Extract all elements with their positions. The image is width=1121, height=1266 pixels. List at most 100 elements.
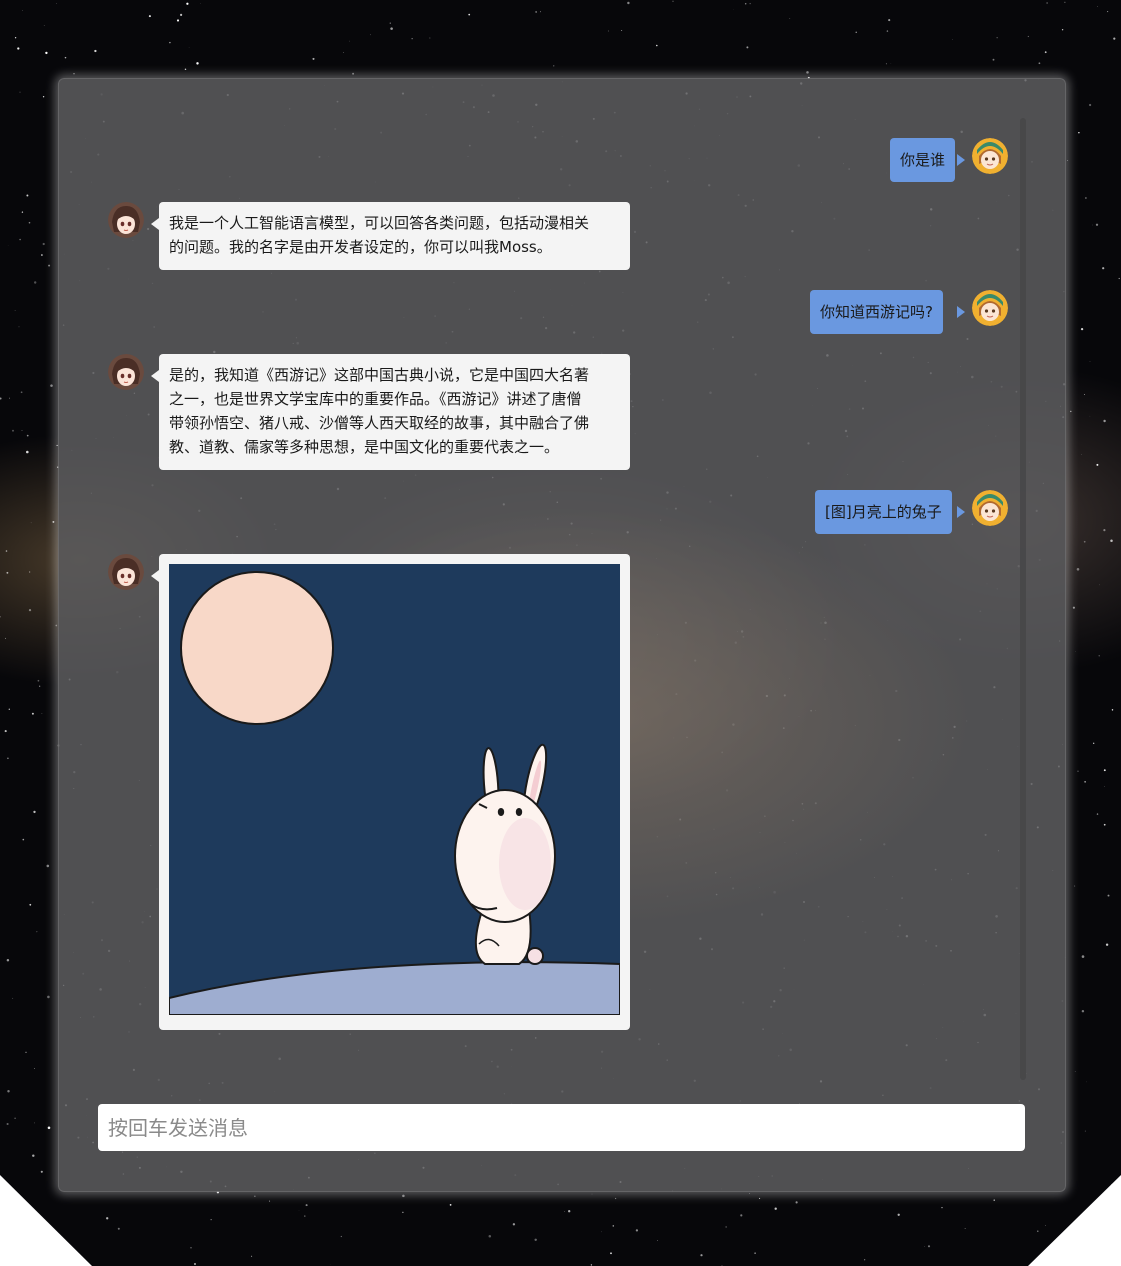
star: [17, 47, 20, 50]
star: [6, 959, 10, 962]
star: [1081, 955, 1085, 958]
star: [590, 1264, 593, 1266]
star: [9, 397, 10, 399]
star: [759, 1197, 761, 1199]
star: [1084, 394, 1086, 395]
star: [1081, 454, 1082, 455]
star: [312, 57, 315, 60]
star: [19, 238, 21, 241]
star: [996, 37, 998, 39]
star: [389, 22, 391, 24]
star: [25, 1051, 27, 1053]
star: [28, 609, 32, 612]
star: [0, 616, 1, 618]
star: [964, 1228, 966, 1229]
star: [1085, 197, 1087, 199]
user-message-text: 你是谁: [900, 151, 946, 169]
star: [1094, 1244, 1096, 1246]
star: [4, 637, 7, 639]
star: [21, 211, 24, 213]
star: [1107, 11, 1109, 13]
star: [169, 41, 171, 44]
star: [7, 1089, 10, 1093]
star: [42, 242, 45, 246]
star: [48, 264, 51, 267]
scrollbar[interactable]: [1020, 118, 1026, 1080]
star: [1103, 419, 1106, 423]
star: [7, 757, 9, 760]
star: [1095, 223, 1099, 226]
star: [1089, 361, 1091, 362]
moon-rabbit-image-message[interactable]: [159, 554, 630, 1030]
star: [601, 1231, 602, 1233]
assistant-message-line: 带领孙悟空、猪八戒、沙僧等人西天取经的故事，其中融合了佛: [169, 414, 590, 432]
star: [56, 3, 58, 4]
star: [744, 3, 747, 5]
star: [1067, 160, 1069, 161]
star: [148, 15, 151, 18]
star: [19, 91, 21, 93]
assistant-avatar: [108, 202, 144, 238]
assistant-message-line: 的问题。我的名字是由开发者设定的，你可以叫我Moss。: [169, 238, 552, 256]
star: [568, 1210, 571, 1213]
star: [1113, 37, 1116, 40]
star: [1093, 742, 1095, 744]
star: [1111, 1183, 1113, 1186]
star: [534, 1238, 537, 1242]
star: [304, 1215, 306, 1217]
user-message-bubble: 你是谁: [890, 138, 956, 182]
star: [1118, 277, 1120, 280]
star: [1046, 2, 1048, 4]
star: [390, 27, 393, 30]
star: [591, 1193, 593, 1195]
user-message-bubble: [图]月亮上的兔子: [815, 490, 952, 534]
star: [402, 1194, 405, 1198]
star: [789, 18, 791, 19]
message-input[interactable]: [98, 1104, 1025, 1151]
star: [740, 1214, 743, 1217]
star: [42, 96, 45, 98]
star: [14, 1117, 16, 1119]
star: [352, 72, 355, 75]
star: [795, 1201, 798, 1204]
star: [1105, 943, 1109, 946]
star: [33, 810, 36, 814]
user-avatar: [972, 138, 1008, 174]
star: [1083, 540, 1086, 543]
user-avatar: [972, 290, 1008, 326]
star: [1078, 131, 1080, 134]
star: [672, 0, 674, 2]
star: [540, 11, 541, 13]
star: [47, 995, 50, 999]
star: [343, 51, 344, 53]
star: [1100, 1216, 1104, 1219]
star: [41, 254, 43, 256]
moon-rabbit-image[interactable]: [169, 564, 620, 1015]
star: [864, 1259, 866, 1261]
star: [52, 520, 55, 523]
star: [806, 71, 809, 74]
star: [46, 864, 50, 868]
star: [64, 56, 67, 59]
star: [1103, 769, 1106, 772]
star: [29, 903, 32, 906]
star: [927, 1245, 931, 1248]
star: [1070, 410, 1072, 413]
star: [194, 1263, 196, 1265]
star: [269, 1200, 271, 1202]
star: [1104, 786, 1105, 787]
star: [627, 1, 630, 5]
star: [34, 1068, 35, 1069]
star: [535, 11, 537, 13]
star: [1074, 885, 1076, 887]
star: [855, 31, 857, 33]
star: [37, 679, 40, 682]
star: [30, 522, 32, 524]
user-message-text: 你知道西游记吗?: [820, 303, 933, 321]
star: [73, 73, 75, 75]
user-avatar: [972, 490, 1008, 526]
bubble-tail: [957, 154, 965, 166]
star: [1096, 463, 1099, 466]
star: [32, 1154, 35, 1157]
star: [45, 51, 48, 55]
